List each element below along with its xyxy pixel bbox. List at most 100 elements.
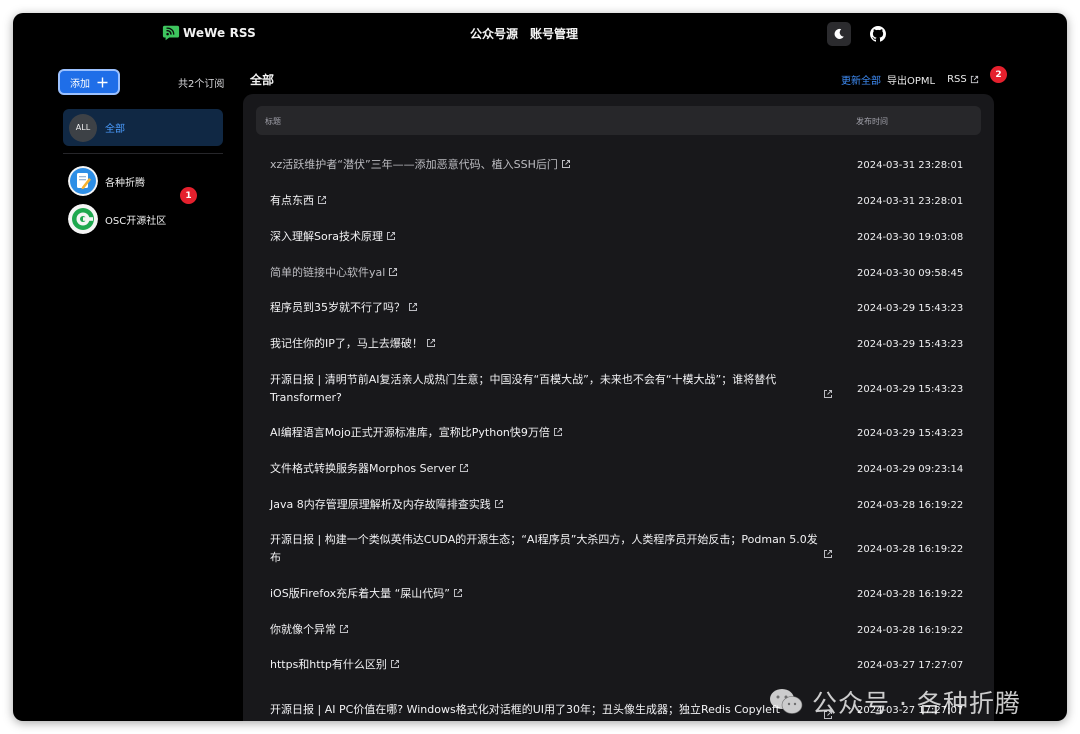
update-all-button[interactable]: 更新全部 [841,72,881,87]
app-logo[interactable]: WeWe RSS [162,24,256,42]
annotation-badge-2: 2 [990,66,1007,83]
article-title-text: 简单的链接中心软件yal [270,266,386,279]
publish-date: 2024-03-29 15:43:23 [857,383,964,395]
pencil-note-avatar-icon [68,166,98,196]
feed-name: 各种折腾 [105,177,145,189]
sidebar-divider [63,153,223,154]
external-link-icon[interactable] [494,497,504,508]
table-row[interactable]: 你就像个异常 2024-03-28 16:19:22 [270,621,980,639]
rss-link[interactable]: RSS [947,74,979,85]
plus-icon [97,77,108,87]
article-title-link[interactable]: xz活跃维护者“潜伏”三年——添加恶意代码、植入SSH后门 [270,156,820,174]
rss-label: RSS [947,74,967,85]
add-subscription-button[interactable]: 添加 [58,69,120,95]
external-link-icon[interactable] [453,586,463,597]
article-title-link[interactable]: iOS版Firefox充斥着大量 “屎山代码” [270,585,820,603]
external-link-icon[interactable] [426,336,436,347]
table-row[interactable]: 简单的链接中心软件yal 2024-03-30 09:58:45 [270,264,980,282]
table-row[interactable]: Java 8内存管理原理解析及内存故障排查实践 2024-03-28 16:19:… [270,496,980,514]
sidebar-item-all[interactable]: ALL 全部 [63,109,223,146]
top-header: WeWe RSS 公众号源 账号管理 [13,13,1067,55]
nav-account-management[interactable]: 账号管理 [530,25,578,42]
table-row[interactable]: 开源日报 | AI PC价值在哪? Windows格式化对话框的UI用了30年；… [270,692,980,721]
article-table: 标题 发布时间 xz活跃维护者“潜伏”三年——添加恶意代码、植入SSH后门 202… [243,94,994,721]
feed-name: OSC开源社区 [105,215,167,227]
publish-date: 2024-03-30 19:03:08 [857,231,964,243]
publish-date: 2024-03-29 15:43:23 [857,338,964,350]
article-title-text: xz活跃维护者“潜伏”三年——添加恶意代码、植入SSH后门 [270,158,558,171]
article-title-link[interactable]: 有点东西 [270,192,820,210]
article-title-text: 程序员到35岁就不行了吗？ [270,301,405,314]
article-title-text: AI编程语言Mojo正式开源标准库，宣称比Python快9万倍 [270,426,550,439]
annotation-badge-1: 1 [180,187,197,204]
article-title-link[interactable]: 开源日报 | 构建一个类似英伟达CUDA的开源生态；“AI程序员”大杀四方，人类… [270,531,820,567]
sidebar-item-osc[interactable]: OSC开源社区 [68,204,228,234]
external-link-icon[interactable] [823,384,833,398]
article-title-text: 有点东西 [270,194,314,207]
article-title-link[interactable]: 开源日报 | AI PC价值在哪? Windows格式化对话框的UI用了30年；… [270,701,820,719]
external-link-icon [970,75,978,84]
wewe-logo-icon [162,25,180,41]
article-title-link[interactable]: AI编程语言Mojo正式开源标准库，宣称比Python快9万倍 [270,424,820,442]
article-title-link[interactable]: https和http有什么区别 [270,656,820,674]
publish-date: 2024-03-28 16:19:22 [857,499,964,511]
table-row[interactable]: 程序员到35岁就不行了吗？ 2024-03-29 15:43:23 [270,299,980,317]
publish-date: 2024-03-29 15:43:23 [857,302,964,314]
nav-official-accounts[interactable]: 公众号源 [470,25,518,42]
moon-icon [834,28,844,39]
sidebar-item-gezhongzheteng[interactable]: 各种折腾 [68,166,228,196]
toolbar: 更新全部 导出OPML RSS [841,72,979,87]
github-button[interactable] [866,22,890,46]
table-row[interactable]: iOS版Firefox充斥着大量 “屎山代码” 2024-03-28 16:19:… [270,585,980,603]
external-link-icon[interactable] [553,425,563,436]
article-title-link[interactable]: 文件格式转换服务器Morphos Server [270,460,820,478]
external-link-icon[interactable] [408,300,418,311]
article-title-link[interactable]: 你就像个异常 [270,621,820,639]
external-link-icon[interactable] [386,229,396,240]
external-link-icon[interactable] [823,544,833,558]
publish-date: 2024-03-29 09:23:14 [857,463,964,475]
table-row[interactable]: 我记住你的IP了，马上去爆破！ 2024-03-29 15:43:23 [270,335,980,353]
all-avatar: ALL [69,113,97,142]
article-title-link[interactable]: 开源日报 | 清明节前AI复活亲人成热门生意；中国没有“百模大战”，未来也不会有… [270,371,820,407]
publish-date: 2024-03-27 17:27:07 [857,704,964,716]
external-link-icon[interactable] [561,157,571,168]
external-link-icon[interactable] [388,265,398,276]
table-row[interactable]: AI编程语言Mojo正式开源标准库，宣称比Python快9万倍 2024-03-2… [270,424,980,442]
article-title-text: iOS版Firefox充斥着大量 “屎山代码” [270,587,450,600]
publish-date: 2024-03-31 23:28:01 [857,159,964,171]
article-title-link[interactable]: Java 8内存管理原理解析及内存故障排查实践 [270,496,820,514]
external-link-icon[interactable] [390,657,400,668]
article-title-text: https和http有什么区别 [270,658,387,671]
publish-date: 2024-03-28 16:19:22 [857,588,964,600]
table-row[interactable]: 有点东西 2024-03-31 23:28:01 [270,192,980,210]
table-body: xz活跃维护者“潜伏”三年——添加恶意代码、植入SSH后门 2024-03-31 … [243,94,994,721]
article-title-link[interactable]: 简单的链接中心软件yal [270,264,820,282]
article-title-link[interactable]: 我记住你的IP了，马上去爆破！ [270,335,820,353]
table-row[interactable]: xz活跃维护者“潜伏”三年——添加恶意代码、植入SSH后门 2024-03-31 … [270,156,980,174]
external-link-icon[interactable] [823,705,833,719]
publish-date: 2024-03-28 16:19:22 [857,624,964,636]
add-button-label: 添加 [70,78,90,90]
article-title-text: 深入理解Sora技术原理 [270,230,383,243]
osc-logo-avatar-icon [68,204,98,234]
table-row[interactable]: 开源日报 | 构建一个类似英伟达CUDA的开源生态；“AI程序员”大杀四方，人类… [270,531,980,567]
table-row[interactable]: 文件格式转换服务器Morphos Server 2024-03-29 09:23:… [270,460,980,478]
article-title-text: 开源日报 | 构建一个类似英伟达CUDA的开源生态；“AI程序员”大杀四方，人类… [270,533,818,564]
theme-toggle-button[interactable] [827,22,851,46]
publish-date: 2024-03-29 15:43:23 [857,427,964,439]
article-title-text: 开源日报 | AI PC价值在哪? Windows格式化对话框的UI用了30年；… [270,703,780,716]
external-link-icon[interactable] [339,622,349,633]
article-title-link[interactable]: 深入理解Sora技术原理 [270,228,820,246]
external-link-icon[interactable] [317,193,327,204]
export-opml-button[interactable]: 导出OPML [887,72,935,87]
external-link-cell [820,705,856,719]
page-title: 全部 [250,73,275,87]
article-title-text: 开源日报 | 清明节前AI复活亲人成热门生意；中国没有“百模大战”，未来也不会有… [270,373,777,404]
article-title-text: Java 8内存管理原理解析及内存故障排查实践 [270,498,491,511]
table-row[interactable]: 深入理解Sora技术原理 2024-03-30 19:03:08 [270,228,980,246]
external-link-icon[interactable] [459,461,469,472]
table-row[interactable]: 开源日报 | 清明节前AI复活亲人成热门生意；中国没有“百模大战”，未来也不会有… [270,371,980,407]
table-row[interactable]: https和http有什么区别 2024-03-27 17:27:07 [270,656,980,674]
article-title-link[interactable]: 程序员到35岁就不行了吗？ [270,299,820,317]
